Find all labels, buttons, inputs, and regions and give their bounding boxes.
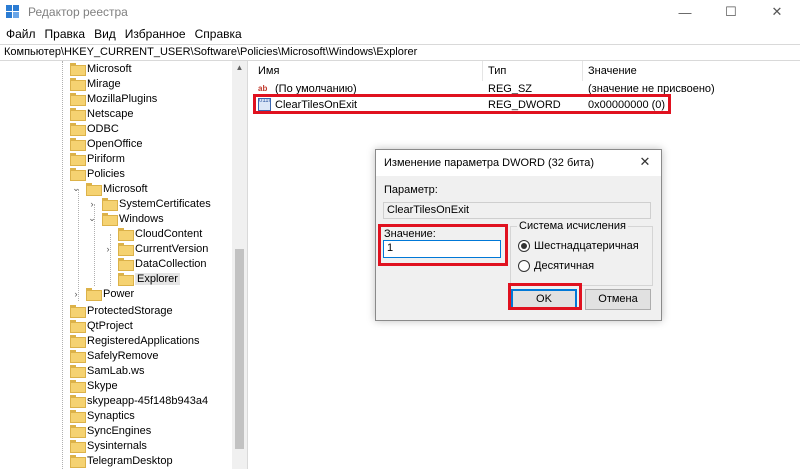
tree-item[interactable]: ODBC bbox=[55, 121, 119, 136]
highlight-frame bbox=[508, 283, 582, 310]
folder-icon bbox=[70, 365, 86, 378]
window-title: Редактор реестра bbox=[28, 5, 128, 19]
tree-item[interactable]: ProtectedStorage bbox=[55, 303, 173, 318]
tree-item[interactable]: SyncEngines bbox=[55, 423, 151, 438]
title-bar: Редактор реестра — ☐ ✕ bbox=[0, 0, 800, 24]
menu-bar: Файл Правка Вид Избранное Справка bbox=[0, 24, 251, 44]
chevron-down-icon: ⌄ bbox=[88, 213, 96, 223]
tree-item[interactable]: Netscape bbox=[55, 106, 133, 121]
tree-item[interactable]: Policies bbox=[55, 166, 125, 181]
folder-icon bbox=[86, 183, 102, 196]
tree-item[interactable]: skypeapp-45f148b943a4 bbox=[55, 393, 208, 408]
folder-icon bbox=[86, 288, 102, 301]
highlight-frame bbox=[378, 224, 508, 266]
folder-icon bbox=[70, 410, 86, 423]
tree-scrollbar[interactable]: ▲ bbox=[232, 61, 247, 469]
tree-item[interactable]: RegisteredApplications bbox=[55, 333, 200, 348]
address-bar[interactable]: Компьютер\HKEY_CURRENT_USER\Software\Pol… bbox=[0, 44, 800, 61]
menu-favorites[interactable]: Избранное bbox=[125, 27, 186, 41]
folder-icon bbox=[70, 305, 86, 318]
column-value[interactable]: Значение bbox=[588, 65, 637, 77]
folder-icon bbox=[70, 108, 86, 121]
menu-edit[interactable]: Правка bbox=[45, 27, 86, 41]
list-header: Имя Тип Значение bbox=[249, 61, 800, 81]
scrollbar-thumb[interactable] bbox=[235, 249, 244, 449]
dialog-title-bar: Изменение параметра DWORD (32 бита) ✕ bbox=[376, 150, 661, 176]
chevron-right-icon: › bbox=[90, 198, 94, 209]
tree-item[interactable]: ⌄ Windows bbox=[87, 211, 164, 226]
tree-item[interactable]: QtProject bbox=[55, 318, 133, 333]
folder-icon bbox=[70, 78, 86, 91]
key-tree: Microsoft Mirage MozillaPlugins Netscape… bbox=[0, 61, 248, 469]
scroll-up-icon[interactable]: ▲ bbox=[232, 61, 247, 75]
folder-icon bbox=[70, 440, 86, 453]
folder-icon bbox=[118, 273, 134, 286]
close-icon[interactable]: ✕ bbox=[635, 154, 655, 172]
tree-item[interactable]: Microsoft bbox=[55, 61, 132, 76]
tree-item[interactable]: OpenOffice bbox=[55, 136, 142, 151]
close-button[interactable]: ✕ bbox=[754, 0, 800, 24]
tree-item[interactable]: TelegramDesktop bbox=[55, 453, 173, 468]
dialog-title: Изменение параметра DWORD (32 бита) bbox=[384, 157, 595, 169]
radio-unchecked-icon bbox=[518, 260, 530, 272]
folder-icon bbox=[102, 213, 118, 226]
regedit-icon bbox=[6, 5, 20, 19]
folder-icon bbox=[70, 138, 86, 151]
menu-file[interactable]: Файл bbox=[6, 27, 36, 41]
tree-item[interactable]: MozillaPlugins bbox=[55, 91, 157, 106]
folder-icon bbox=[70, 350, 86, 363]
folder-icon bbox=[70, 168, 86, 181]
tree-item[interactable]: › CurrentVersion bbox=[103, 241, 208, 256]
radio-hex[interactable]: Шестнадцатеричная bbox=[518, 240, 639, 252]
base-group-title: Система исчисления bbox=[517, 220, 628, 232]
maximize-button[interactable]: ☐ bbox=[708, 0, 754, 24]
base-groupbox: Система исчисления Шестнадцатеричная Дес… bbox=[510, 220, 653, 286]
radio-dec[interactable]: Десятичная bbox=[518, 260, 594, 272]
tree-item[interactable]: Synaptics bbox=[55, 408, 135, 423]
folder-icon bbox=[70, 395, 86, 408]
folder-icon bbox=[118, 243, 134, 256]
tree-item[interactable]: Skype bbox=[55, 378, 118, 393]
folder-icon bbox=[70, 93, 86, 106]
chevron-down-icon: ⌄ bbox=[72, 183, 80, 193]
string-value-icon: ab bbox=[258, 84, 268, 93]
menu-view[interactable]: Вид bbox=[94, 27, 116, 41]
folder-icon bbox=[118, 228, 134, 241]
column-name[interactable]: Имя bbox=[258, 65, 279, 77]
param-label: Параметр: bbox=[384, 184, 438, 196]
folder-icon bbox=[70, 425, 86, 438]
folder-icon bbox=[70, 320, 86, 333]
tree-item-selected[interactable]: Explorer bbox=[103, 271, 180, 286]
column-type[interactable]: Тип bbox=[488, 65, 506, 77]
tree-item[interactable]: ⌄ Microsoft bbox=[71, 181, 148, 196]
param-name-field: ClearTilesOnExit bbox=[383, 202, 651, 219]
tree-item[interactable]: SafelyRemove bbox=[55, 348, 159, 363]
tree-item[interactable]: SamLab.ws bbox=[55, 363, 144, 378]
chevron-right-icon: › bbox=[106, 243, 110, 254]
highlight-frame bbox=[253, 94, 671, 114]
radio-checked-icon bbox=[518, 240, 530, 252]
folder-icon bbox=[70, 153, 86, 166]
tree-item[interactable]: Mirage bbox=[55, 76, 121, 91]
tree-item[interactable]: DataCollection bbox=[103, 256, 207, 271]
folder-icon bbox=[70, 380, 86, 393]
tree-item[interactable]: CloudContent bbox=[103, 226, 202, 241]
minimize-button[interactable]: — bbox=[662, 0, 708, 24]
tree-item[interactable]: Sysinternals bbox=[55, 438, 147, 453]
folder-icon bbox=[70, 455, 86, 468]
folder-icon bbox=[118, 258, 134, 271]
folder-icon bbox=[70, 335, 86, 348]
folder-icon bbox=[70, 63, 86, 76]
tree-item[interactable]: › Power bbox=[71, 286, 134, 301]
tree-item[interactable]: › SystemCertificates bbox=[87, 196, 211, 211]
chevron-right-icon: › bbox=[74, 288, 78, 299]
folder-icon bbox=[70, 123, 86, 136]
folder-icon bbox=[102, 198, 118, 211]
tree-item[interactable]: Piriform bbox=[55, 151, 125, 166]
cancel-button[interactable]: Отмена bbox=[585, 289, 651, 310]
menu-help[interactable]: Справка bbox=[195, 27, 242, 41]
